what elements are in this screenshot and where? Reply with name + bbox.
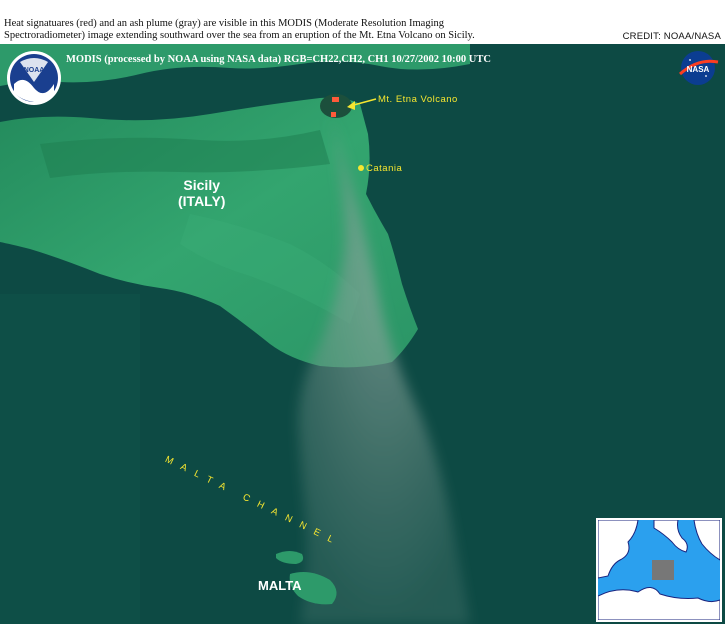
- caption-line-1: Heat signatuares (red) and an ash plume …: [4, 18, 445, 29]
- noaa-logo-text: NOAA: [24, 67, 45, 74]
- sicily-label: Sicily (ITALY): [178, 177, 225, 209]
- satellite-image: NOAA NASA MODIS (processed by NOAA using…: [0, 44, 725, 624]
- hotspot-flank: [331, 112, 336, 117]
- image-caption: Heat signatuares (red) and an ash plume …: [4, 18, 564, 42]
- caption-line-2: Spectroradiometer) image extending south…: [4, 30, 475, 41]
- image-credit: CREDIT: NOAA/NASA: [622, 31, 721, 42]
- sicily-label-country: (ITALY): [178, 193, 226, 209]
- locator-inset-map: [596, 518, 722, 622]
- etna-label: Mt. Etna Volcano: [378, 94, 458, 105]
- inset-map-graphic: [598, 520, 720, 620]
- inset-location-box: [652, 560, 674, 580]
- catania-label: Catania: [366, 163, 403, 174]
- malta-label: MALTA: [258, 578, 302, 593]
- catania-marker: [358, 165, 364, 171]
- sicily-label-name: Sicily: [183, 177, 221, 193]
- sea-shelf-west: [0, 294, 140, 624]
- scene-header-line: MODIS (processed by NOAA using NASA data…: [66, 54, 491, 65]
- nasa-logo-text: NASA: [687, 65, 710, 74]
- noaa-logo: NOAA: [7, 51, 61, 105]
- caption-bar: Heat signatuares (red) and an ash plume …: [0, 0, 725, 44]
- hotspot-summit: [332, 97, 339, 102]
